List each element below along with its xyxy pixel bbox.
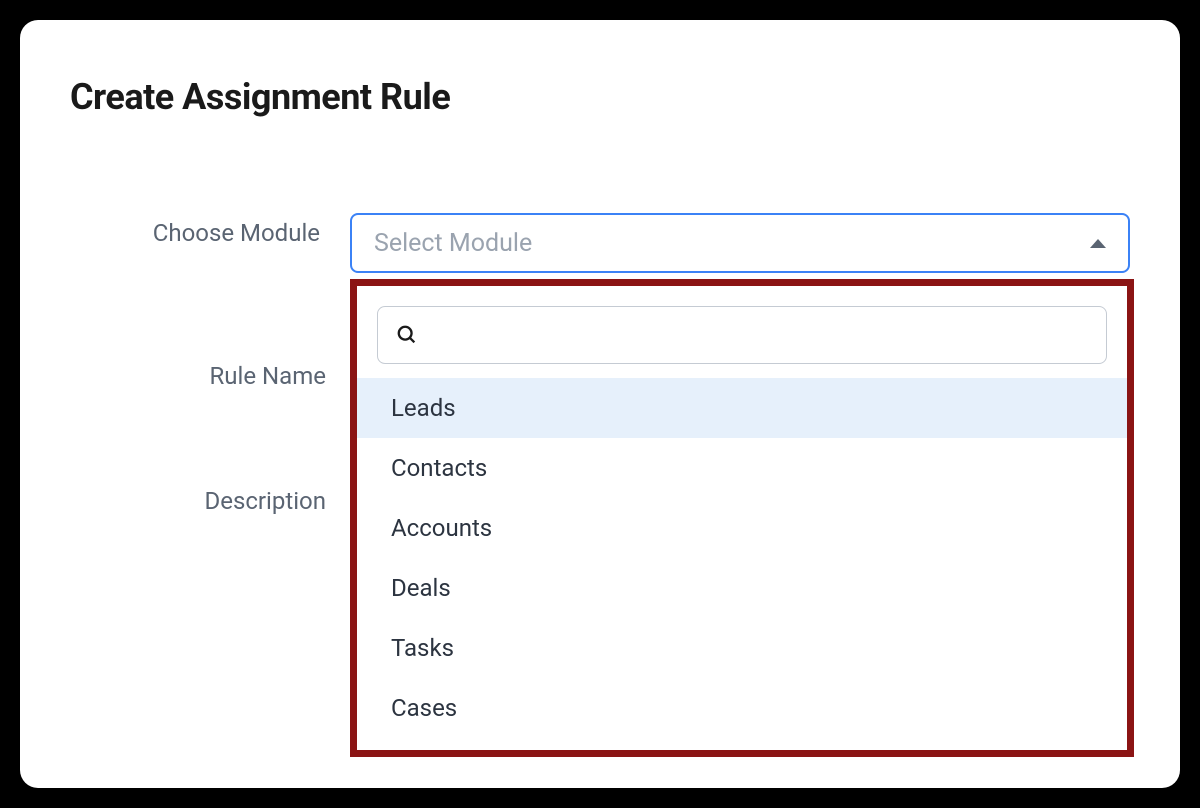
module-option-leads[interactable]: Leads [357, 378, 1127, 438]
choose-module-label: Choose Module [70, 213, 350, 247]
module-search-box[interactable] [377, 306, 1107, 364]
chevron-up-icon [1090, 239, 1106, 248]
choose-module-row: Choose Module Select Module [70, 213, 1130, 273]
module-option-tasks[interactable]: Tasks [357, 618, 1127, 678]
create-assignment-rule-card: Create Assignment Rule Choose Module Sel… [20, 20, 1180, 788]
module-select-placeholder: Select Module [374, 229, 532, 258]
module-option-list: Leads Contacts Accounts Deals Tasks Case… [357, 378, 1127, 738]
module-option-deals[interactable]: Deals [357, 558, 1127, 618]
module-select[interactable]: Select Module [350, 213, 1130, 273]
search-icon [396, 324, 418, 346]
module-search-input[interactable] [428, 322, 1088, 348]
module-option-contacts[interactable]: Contacts [357, 438, 1127, 498]
choose-module-control: Select Module [350, 213, 1130, 273]
module-dropdown: Leads Contacts Accounts Deals Tasks Case… [350, 279, 1134, 757]
page-title: Create Assignment Rule [70, 76, 1130, 118]
rule-name-label: Rule Name [70, 362, 326, 390]
description-label: Description [70, 487, 326, 515]
module-option-cases[interactable]: Cases [357, 678, 1127, 738]
module-option-accounts[interactable]: Accounts [357, 498, 1127, 558]
